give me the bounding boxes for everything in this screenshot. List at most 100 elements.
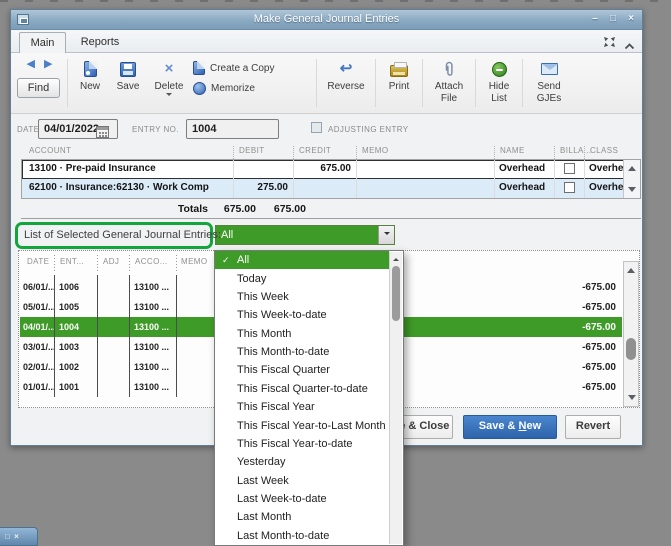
dropdown-item[interactable]: This Fiscal Year-to-date [215, 435, 389, 453]
hide-list-minus-icon [491, 61, 507, 77]
entries-header-date: DATE [27, 257, 50, 266]
entry-no-field[interactable]: 1004 [186, 119, 279, 139]
journal-row-1[interactable]: 13100 · Pre-paid Insurance 675.00 Overhe… [22, 160, 625, 179]
dropdown-item[interactable]: This Fiscal Year-to-Last Month [215, 416, 389, 434]
reverse-arrow-icon: ↩ [339, 60, 353, 77]
find-group: ◀ ▶ Find [15, 57, 64, 107]
close-icon[interactable]: × [14, 532, 20, 541]
title-bar: Make General Journal Entries – □ × [11, 10, 642, 30]
journal-table-scrollbar[interactable] [623, 160, 640, 198]
maximize-button[interactable]: □ [606, 10, 620, 30]
scroll-down-icon[interactable] [628, 395, 636, 404]
dropdown-item[interactable]: This Fiscal Quarter-to-date [215, 380, 389, 398]
toolbar-separator [316, 59, 317, 107]
date-field[interactable]: 04/01/2022 [38, 119, 118, 139]
send-gjes-button[interactable]: Send GJEs [526, 57, 572, 104]
new-document-icon [83, 61, 97, 77]
new-button[interactable]: New [71, 57, 109, 92]
printer-icon [390, 62, 408, 77]
annotation-highlight: List of Selected General Journal Entries… [15, 222, 221, 249]
tab-reports[interactable]: Reports [69, 32, 131, 53]
dropdown-item[interactable]: Last Week-to-date [215, 490, 389, 508]
print-button[interactable]: Print [379, 57, 419, 92]
filter-dropdown-list: ✓ All Today This Week This Week-to-date … [214, 250, 404, 546]
find-button[interactable]: Find [17, 78, 60, 98]
tab-main[interactable]: Main [19, 32, 66, 53]
copy-memorize-group: Create a Copy Memorize [191, 57, 313, 96]
delete-button[interactable]: × Delete [147, 57, 191, 99]
dropdown-item[interactable]: This Week [215, 288, 389, 306]
hide-list-button[interactable]: Hide List [479, 57, 519, 104]
delete-dropdown-caret [166, 93, 172, 99]
journal-table-header: ACCOUNT DEBIT CREDIT MEMO NAME BILLA... … [21, 146, 641, 159]
entries-header-acco: ACCO... [135, 257, 168, 266]
entries-header-ent: ENT... [60, 257, 85, 266]
desktop: { "desktop": { "mini_restore": "□", "min… [0, 0, 671, 546]
toolbar-separator [422, 59, 423, 107]
toolbar: ◀ ▶ Find New Save × Delete Create a Copy [11, 53, 642, 114]
totals-label: Totals [177, 203, 208, 215]
dropdown-item[interactable]: Last Month [215, 508, 389, 526]
billable-checkbox[interactable] [564, 182, 575, 193]
dropdown-item[interactable]: Last Month-to-date [215, 527, 389, 545]
totals-credit: 675.00 [273, 203, 306, 215]
journal-row-2[interactable]: 62100 · Insurance:62130 · Work Comp 275.… [22, 179, 625, 198]
entries-filter-combobox[interactable]: All [215, 225, 395, 245]
minimize-button[interactable]: – [588, 10, 602, 30]
memorize-button[interactable]: Memorize [191, 80, 313, 96]
dropdown-item[interactable]: This Week-to-date [215, 306, 389, 324]
close-button[interactable]: × [624, 10, 638, 30]
check-icon: ✓ [222, 254, 230, 265]
delete-x-icon: × [164, 60, 174, 77]
reverse-button[interactable]: ↩ Reverse [320, 57, 372, 93]
attach-file-button[interactable]: Attach File [426, 57, 472, 104]
dropdown-item[interactable]: This Month [215, 325, 389, 343]
find-next-icon[interactable]: ▶ [44, 57, 52, 75]
toolbar-separator [375, 59, 376, 107]
calendar-icon[interactable] [96, 126, 110, 138]
entries-list-label: List of Selected General Journal Entries… [24, 229, 221, 241]
entries-list-scrollbar[interactable] [623, 261, 639, 407]
billable-checkbox[interactable] [564, 163, 575, 174]
revert-button[interactable]: Revert [565, 415, 621, 439]
journal-table: ACCOUNT DEBIT CREDIT MEMO NAME BILLA... … [21, 146, 641, 199]
restore-icon[interactable]: □ [5, 532, 11, 541]
dropdown-item[interactable]: This Fiscal Quarter [215, 361, 389, 379]
toolbar-separator [475, 59, 476, 107]
create-a-copy-button[interactable]: Create a Copy [191, 60, 313, 76]
scrollbar-thumb[interactable] [626, 338, 636, 360]
dropdown-item[interactable]: Yesterday [215, 453, 389, 471]
paperclip-icon [445, 61, 453, 76]
find-previous-icon[interactable]: ◀ [27, 57, 35, 75]
entries-header-adj: ADJ [103, 257, 120, 266]
dropdown-item[interactable]: This Fiscal Year [215, 398, 389, 416]
dropdown-item[interactable]: This Month-to-date [215, 343, 389, 361]
adjusting-entry-checkbox[interactable] [311, 122, 322, 133]
dropdown-scrollbar[interactable] [389, 252, 402, 544]
save-floppy-icon [120, 61, 136, 77]
scroll-up-icon[interactable] [627, 264, 635, 273]
combobox-arrow-button[interactable] [378, 226, 394, 244]
copy-document-icon [193, 61, 205, 75]
desktop-ticks [0, 0, 671, 2]
memorize-bubble-icon [193, 81, 206, 95]
save-button[interactable]: Save [109, 57, 147, 92]
save-and-new-button[interactable]: Save & New [463, 415, 557, 439]
minimized-window-titlebar[interactable]: □ × [0, 527, 38, 546]
dropdown-item-all[interactable]: ✓ All [215, 251, 389, 270]
scroll-down-icon[interactable] [628, 187, 636, 196]
window-title: Make General Journal Entries [253, 13, 400, 25]
dropdown-item[interactable]: Today [215, 269, 389, 287]
scroll-up-icon[interactable] [393, 255, 399, 261]
undock-window-icon[interactable] [603, 35, 616, 53]
dropdown-item[interactable]: Last Week [215, 472, 389, 490]
ribbon-tabs: Main Reports [11, 30, 642, 53]
scroll-up-icon[interactable] [628, 162, 636, 171]
chevron-down-icon [383, 232, 390, 238]
toolbar-separator [522, 59, 523, 107]
adjusting-entry-label: ADJUSTING ENTRY [328, 125, 409, 134]
combobox-value: All [221, 229, 234, 241]
scrollbar-thumb[interactable] [392, 266, 400, 321]
envelope-icon [540, 63, 558, 75]
entry-no-label: ENTRY NO. [132, 125, 179, 134]
